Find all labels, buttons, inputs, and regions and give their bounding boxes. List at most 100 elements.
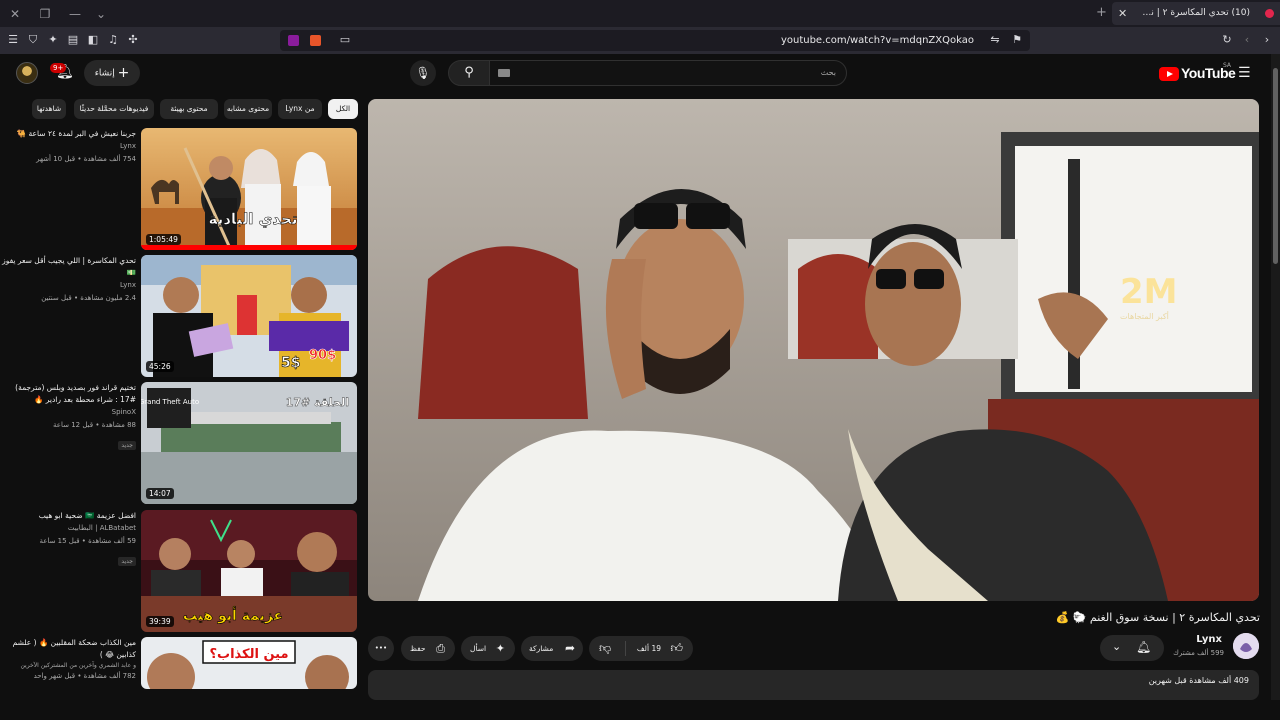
guide-menu-icon[interactable]: ☰ xyxy=(1238,66,1252,80)
subscribed-button[interactable]: ⌄ 🔔︎ xyxy=(1100,635,1164,661)
channel-name[interactable]: Lynx xyxy=(0,140,136,153)
subscriber-count: 599 ألف مشترك xyxy=(1173,649,1224,657)
search-input[interactable]: بحث xyxy=(489,60,847,86)
new-tab-button[interactable]: + xyxy=(1096,3,1110,23)
more-actions-icon[interactable]: ••• xyxy=(368,636,394,661)
music-icon[interactable]: ♫ xyxy=(106,33,120,47)
shield-icon[interactable]: ⛉ xyxy=(26,33,40,47)
tab-close-icon[interactable]: ✕ xyxy=(1118,2,1127,25)
bookmark-icon[interactable]: ⚑ xyxy=(1010,33,1024,47)
voice-search-icon[interactable]: 🎙︎ xyxy=(410,60,436,86)
description-box[interactable]: 409 ألف مشاهدة قبل شهرين xyxy=(368,670,1259,700)
page-scrollbar[interactable] xyxy=(1271,54,1280,700)
scrollbar-thumb[interactable] xyxy=(1273,68,1278,264)
video-thumbnail[interactable]: مين الكذاب؟ xyxy=(141,637,357,689)
forward-icon[interactable]: › xyxy=(1260,33,1274,47)
chip-recently-uploaded[interactable]: فيديوهات محمَّلة حديثًا xyxy=(74,99,154,119)
aria-icon[interactable] xyxy=(288,35,299,46)
chip-all[interactable]: الكل xyxy=(328,99,358,119)
related-video[interactable]: عزيمة أبو هيب 39:39 افضل عزيمة 🇸🇦 ضحية ا… xyxy=(0,510,358,632)
thumbnail-title-4: عزيمة أبو هيب xyxy=(183,606,283,624)
chip-similar-content[interactable]: محتوى مشابه xyxy=(224,99,272,119)
save-button[interactable]: ⎙ حفظ xyxy=(401,636,455,661)
channel-avatar[interactable] xyxy=(1233,633,1259,659)
address-bar[interactable]: ▭ youtube.com/watch?v=mdqnZXQokao ⇋ ⚑ xyxy=(280,30,1030,51)
tab-title: (10) تحدي المكاسرة ٢ | نسخة سـ xyxy=(1138,8,1250,18)
like-icon[interactable]: 👍︎ xyxy=(670,636,683,661)
window-close-icon[interactable]: ✕ xyxy=(6,5,24,23)
ask-label: اسأل xyxy=(470,644,487,653)
account-avatar[interactable] xyxy=(16,62,38,84)
channel-name[interactable]: Lynx xyxy=(0,279,136,292)
share-link-icon[interactable]: ⇋ xyxy=(988,33,1002,47)
search-placeholder: بحث xyxy=(820,68,836,77)
thumbnail-store-image: 5$ 90$ xyxy=(141,255,357,377)
video-meta: 782 ألف مشاهدة • قبل شهر واحد xyxy=(33,672,136,680)
chip-similar-format[interactable]: محتوى بهيئة xyxy=(160,99,218,119)
video-title[interactable]: تختيم قراند فور بصديد وبلس (مترجمة) #17 … xyxy=(0,382,136,406)
video-title[interactable]: جربنا نعيش في البر لمدة ٢٤ ساعة 🐫 xyxy=(0,128,136,140)
new-badge: جديد xyxy=(118,441,136,450)
thumbnail-price-5: 5$ xyxy=(281,355,300,371)
thumbnail-feast-image: عزيمة أبو هيب xyxy=(141,510,357,632)
video-meta: 59 ألف مشاهدة • قبل 15 ساعة xyxy=(39,537,137,545)
youtube-favicon-icon xyxy=(1265,9,1274,18)
reload-icon[interactable]: ↻ xyxy=(1220,33,1234,47)
brave-shield-icon[interactable] xyxy=(310,35,321,46)
video-duration: 45:26 xyxy=(146,361,174,372)
video-title[interactable]: مين الكذاب ضحكة المقلبين 🔥 ( علشم كذابين… xyxy=(0,637,136,661)
channel-name-main[interactable]: Lynx xyxy=(1196,634,1222,645)
screen-icon[interactable]: ▭ xyxy=(338,33,352,47)
browser-tab-bar: ✕ ❐ — ⌄ + (10) تحدي المكاسرة ٢ | نسخة سـ… xyxy=(0,0,1280,27)
video-title[interactable]: تحدي المكاسرة | اللي يجيب أقل سعر يفوز 💵 xyxy=(0,255,136,279)
overlay-subtitle: أكبر المتجاهات xyxy=(1120,311,1169,321)
ask-button[interactable]: ✦ اسأل xyxy=(461,636,515,661)
browser-tab-active[interactable]: (10) تحدي المكاسرة ٢ | نسخة سـ ✕ xyxy=(1112,2,1280,25)
thumbnail-episode: الحلقة #17 xyxy=(286,396,349,409)
video-player[interactable]: 2M أكبر المتجاهات xyxy=(368,99,1259,601)
dislike-icon[interactable]: 👎︎ xyxy=(599,636,611,661)
menu-icon[interactable]: ☰ xyxy=(6,33,20,47)
channel-name[interactable]: SpinoX xyxy=(0,406,136,419)
browser-nav-bar: ☰ ⛉ ✦ ▤ ◧ ♫ ✣ ▭ youtube.com/watch?v=mdqn… xyxy=(0,27,1280,54)
video-thumbnail[interactable]: تحدي البادية xyxy=(141,128,357,250)
channel-name[interactable]: ALBatabet | البطابيت xyxy=(0,522,136,535)
sidebar-icon[interactable]: ◧ xyxy=(86,33,100,47)
channel-name[interactable]: و عابد الشمري وآخرين من المشتركين الآخري… xyxy=(0,661,136,671)
chip-from-lynx[interactable]: من Lynx xyxy=(278,99,322,119)
like-count[interactable]: 19 ألف xyxy=(637,636,661,661)
url-text[interactable]: youtube.com/watch?v=mdqnZXQokao xyxy=(781,30,974,51)
notification-count: 9+ xyxy=(50,63,67,73)
related-video[interactable]: مين الكذاب؟ مين الكذاب ضحكة المقلبين 🔥 (… xyxy=(0,637,358,689)
video-thumbnail[interactable]: Grand Theft Auto الحلقة #17 xyxy=(141,382,357,504)
filter-chips: شاهدتها فيديوهات محمَّلة حديثًا محتوى به… xyxy=(32,99,358,119)
tabs-icon[interactable]: ▤ xyxy=(66,33,80,47)
window-restore-icon[interactable]: ❐ xyxy=(36,5,54,23)
window-minimize-icon[interactable]: — xyxy=(66,5,84,23)
video-title[interactable]: افضل عزيمة 🇸🇦 ضحية ابو هيب xyxy=(0,510,136,522)
chip-watched[interactable]: شاهدتها xyxy=(32,99,66,119)
create-button[interactable]: + إنشاء xyxy=(84,60,140,86)
extensions-icon[interactable]: ✦ xyxy=(46,33,60,47)
video-meta: 754 ألف مشاهدة • قبل 10 أشهر xyxy=(36,155,136,163)
keyboard-icon[interactable] xyxy=(498,69,510,77)
search-icon[interactable]: ⚲ xyxy=(448,60,490,86)
bell-icon: 🔔︎ xyxy=(1136,640,1152,654)
related-video[interactable]: Grand Theft Auto الحلقة #17 14:07 تختيم … xyxy=(0,382,358,504)
thumbnail-desert-image: تحدي البادية xyxy=(141,128,357,250)
thumbnail-liar-image: مين الكذاب؟ xyxy=(141,637,357,689)
video-thumbnail[interactable]: عزيمة أبو هيب xyxy=(141,510,357,632)
video-thumbnail[interactable]: 5$ 90$ xyxy=(141,255,357,377)
back-icon[interactable]: ‹ xyxy=(1240,33,1254,47)
related-video[interactable]: 5$ 90$ 45:26 تحدي المكاسرة | اللي يجيب أ… xyxy=(0,255,358,377)
thumbnail-title-5: مين الكذاب؟ xyxy=(209,647,288,662)
related-video[interactable]: تحدي البادية 1:05:49 جربنا نعيش في البر … xyxy=(0,128,358,250)
create-label: إنشاء xyxy=(94,68,115,79)
share-button[interactable]: ➦ مشاركة xyxy=(521,636,583,661)
youtube-play-icon xyxy=(1159,67,1179,81)
youtube-header: 🔔︎ 9+ + إنشاء 🎙︎ ⚲ بحث YouTube SA ☰ xyxy=(0,54,1280,92)
window-menu-icon[interactable]: ⌄ xyxy=(92,5,110,23)
puzzle-icon[interactable]: ✣ xyxy=(126,33,140,47)
video-meta: 88 مشاهدة • قبل 12 ساعة xyxy=(53,421,136,429)
save-icon: ⎙ xyxy=(436,642,445,655)
